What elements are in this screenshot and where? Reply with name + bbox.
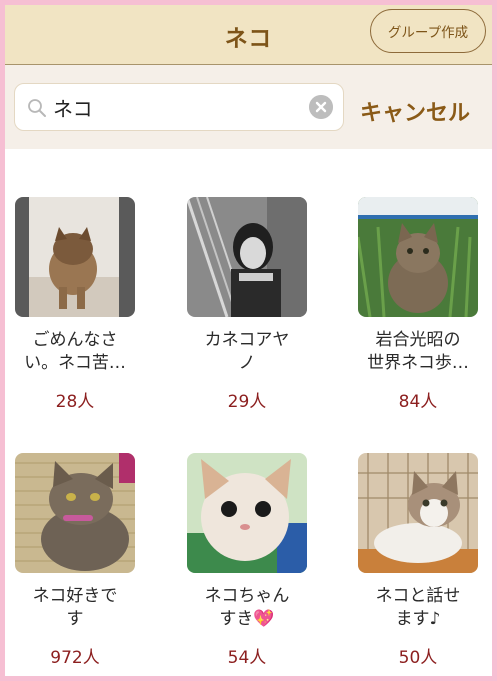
group-name: カネコアヤ ノ [204, 330, 290, 373]
create-group-button[interactable]: グループ作成 [370, 9, 486, 53]
group-thumbnail [187, 453, 307, 573]
member-count: 972人 [50, 648, 100, 668]
group-card[interactable]: 岩合光昭の 世界ネコ歩… 84人 [338, 197, 488, 427]
member-count: 50人 [398, 648, 438, 668]
group-name: ネコと話せ ます♪ [375, 586, 461, 629]
group-thumbnail [358, 453, 478, 573]
clear-icon[interactable] [309, 95, 333, 119]
member-count: 28人 [55, 392, 95, 412]
group-thumbnail [187, 197, 307, 317]
group-thumbnail [15, 197, 135, 317]
group-card[interactable]: ネコちゃん すき💖 54人 [167, 453, 317, 676]
group-card[interactable]: ネコ好きで す 972人 [5, 453, 145, 676]
search-icon [28, 99, 46, 117]
group-name: ネコ好きで す [32, 586, 118, 629]
search-bar-area: キャンセル [5, 65, 492, 149]
group-thumbnail [15, 453, 135, 573]
group-card[interactable]: ごめんなさ い。ネコ苦… 28人 [5, 197, 145, 427]
group-name: 岩合光昭の 世界ネコ歩… [367, 330, 469, 373]
member-count: 29人 [227, 392, 267, 412]
group-thumbnail [358, 197, 478, 317]
group-card[interactable]: カネコアヤ ノ 29人 [167, 197, 317, 427]
member-count: 54人 [227, 648, 267, 668]
search-input[interactable] [53, 92, 293, 122]
header-bar: ネコ グループ作成 [5, 5, 492, 65]
group-name: ネコちゃん すき💖 [204, 586, 290, 629]
search-box[interactable] [14, 83, 344, 131]
member-count: 84人 [398, 392, 438, 412]
cancel-button[interactable]: キャンセル [360, 95, 470, 127]
group-card[interactable]: ネコと話せ ます♪ 50人 [338, 453, 488, 676]
app-frame: ネコ グループ作成 キャンセル [0, 0, 497, 681]
group-name: ごめんなさ い。ネコ苦… [24, 330, 126, 373]
